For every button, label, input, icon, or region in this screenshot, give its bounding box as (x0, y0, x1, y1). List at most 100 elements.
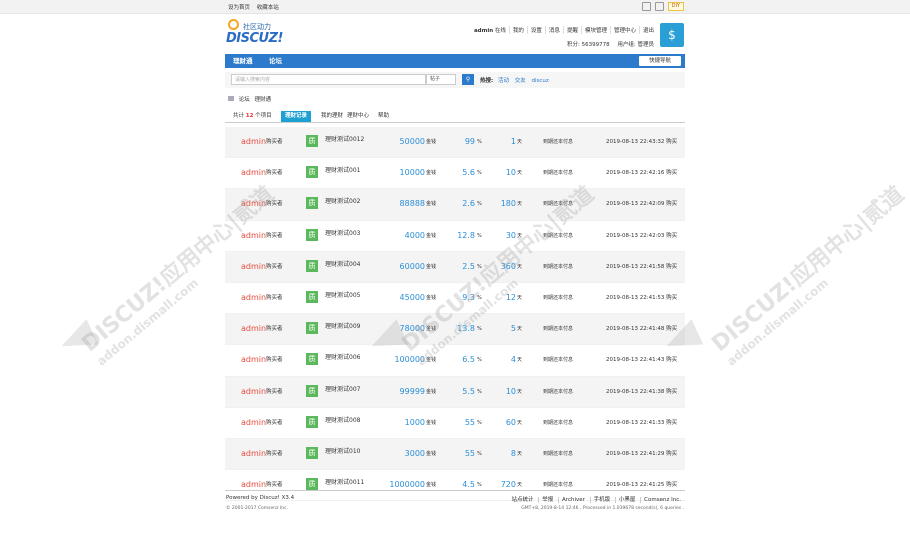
purchase-time: 2019-08-13 22:41:53 购买 (606, 294, 678, 301)
product-name[interactable]: 理财测试004 (325, 250, 360, 280)
purchase-time: 2019-08-13 22:42:03 购买 (606, 232, 678, 239)
amount-unit: 金钱 (426, 139, 437, 145)
product-name[interactable]: 理财测试002 (325, 187, 360, 217)
days-unit: 天 (517, 232, 523, 239)
days-unit: 天 (517, 450, 523, 457)
days-value: 8 (510, 448, 516, 458)
amount-unit: 金钱 (426, 388, 437, 395)
buyer-name[interactable]: admin (241, 127, 266, 157)
tab-records[interactable]: 理财记录 (281, 111, 312, 122)
buyer-role: 购买者 (266, 170, 283, 177)
product-name[interactable]: 理财测试0012 (325, 125, 364, 155)
product-name[interactable]: 理财测试008 (325, 406, 360, 436)
footer-link[interactable]: 手机版 (589, 497, 614, 503)
buyer-name[interactable]: admin (241, 158, 266, 188)
amount-unit: 金钱 (426, 170, 437, 177)
quality-badge: 质 (306, 259, 318, 272)
days-unit: 天 (517, 326, 523, 333)
hot-search: 热搜: 活动 交友 discuz (480, 76, 553, 84)
user-group[interactable]: 用户组: 管理员 (614, 42, 657, 48)
table-row: admin 购买者 质理财测试001 10000 金钱 5.6% 10 天 到期还本付息 2019… (225, 156, 685, 190)
buyer-role: 购买者 (266, 357, 283, 364)
days-unit: 天 (517, 294, 523, 301)
breadcrumb-licaitong[interactable]: 理财通 (255, 97, 272, 103)
repay-status: 到期还本付息 (543, 201, 574, 208)
amount-unit: 金钱 (426, 357, 437, 364)
menu-logout[interactable]: 退出 (638, 26, 657, 34)
buyer-name[interactable]: admin (241, 408, 266, 438)
home-icon[interactable] (228, 96, 234, 101)
product-name[interactable]: 理财测试006 (325, 343, 360, 373)
hot-item[interactable]: 活动 (498, 78, 509, 84)
tab-finance-center[interactable]: 理财中心 (343, 111, 373, 122)
quick-nav-button[interactable]: 快捷导航 (638, 56, 681, 66)
product-name[interactable]: 理财测试009 (325, 312, 360, 342)
footer-link[interactable]: Comsenz Inc. (640, 497, 684, 503)
repay-status: 到期还本付息 (543, 263, 574, 270)
rate-unit: % (477, 450, 482, 457)
product-name[interactable]: 理财测试0011 (325, 468, 364, 498)
buyer-name[interactable]: admin (241, 439, 266, 469)
footer-link[interactable]: 小黑屋 (614, 497, 639, 503)
purchase-time: 2019-08-13 22:41:29 购买 (606, 450, 678, 457)
menu-messages[interactable]: 消息 (544, 26, 563, 34)
buyer-name[interactable]: admin (241, 252, 266, 282)
style-icon[interactable] (654, 2, 664, 11)
product-name[interactable]: 理财测试007 (325, 375, 360, 405)
search-icon[interactable]: ⚲ (462, 74, 474, 85)
rate-value: 9.3 (462, 292, 475, 302)
fullscreen-icon[interactable] (641, 2, 651, 11)
menu-reminders[interactable]: 提醒 (562, 26, 581, 34)
search-bar: 请输入搜索内容 帖子 ⚲ 热搜: 活动 交友 discuz (225, 72, 685, 88)
diy-button[interactable]: DIY (667, 2, 684, 11)
hot-item[interactable]: discuz (531, 78, 548, 84)
product-name[interactable]: 理财测试005 (325, 281, 360, 311)
site-logo[interactable]: 社区动力 DISCUZ! (226, 19, 296, 49)
search-type-select[interactable]: 帖子 (426, 74, 456, 85)
footer-link[interactable]: 举报 (538, 497, 557, 503)
rate-value: 99 (464, 137, 475, 146)
purchase-time: 2019-08-13 22:41:33 购买 (606, 419, 678, 426)
top-bar (0, 0, 910, 14)
buyer-name[interactable]: admin (241, 221, 266, 251)
nav-item-forum[interactable]: 论坛 (269, 54, 282, 68)
buyer-name[interactable]: admin (241, 377, 266, 407)
set-home-link[interactable]: 设为首页 (228, 5, 250, 11)
product-name[interactable]: 理财测试003 (325, 219, 360, 249)
buyer-name[interactable]: admin (241, 189, 266, 219)
quality-badge: 质 (306, 322, 318, 335)
days-value: 1 (510, 137, 516, 146)
product-name[interactable]: 理财测试001 (325, 156, 360, 186)
hot-item[interactable]: 交友 (515, 78, 526, 84)
top-links: 设为首页 收藏本站 (228, 3, 284, 11)
tab-help[interactable]: 帮助 (374, 111, 393, 122)
footer-links: 站点统计 举报 Archiver 手机版 小黑屋 Comsenz Inc. (509, 495, 684, 503)
nav-item-licaitong[interactable]: 理财通 (233, 54, 253, 68)
footer-link[interactable]: 站点统计 (509, 497, 537, 503)
product-name[interactable]: 理财测试010 (325, 437, 360, 467)
rate-unit: % (477, 294, 482, 301)
buyer-name[interactable]: admin (241, 283, 266, 313)
search-input[interactable]: 请输入搜索内容 (231, 74, 426, 85)
menu-module-manage[interactable]: 模块管理 (580, 26, 610, 34)
menu-settings[interactable]: 设置 (526, 26, 545, 34)
copyright: © 2001-2017 Comsenz Inc. (226, 506, 289, 511)
user-name[interactable]: admin 在线 (471, 26, 509, 34)
rate-value: 2.6 (462, 199, 475, 209)
bookmark-link[interactable]: 收藏本站 (257, 5, 279, 11)
powered-by: Powered by Discuz! X3.4 (226, 495, 295, 501)
repay-status: 到期还本付息 (543, 294, 574, 301)
menu-my[interactable]: 我的 (508, 26, 527, 34)
buyer-name[interactable]: admin (241, 314, 266, 344)
avatar[interactable]: $ (660, 23, 684, 47)
days-value: 10 (505, 168, 516, 178)
breadcrumb-forum[interactable]: 论坛 (239, 97, 250, 103)
amount-unit: 金钱 (426, 201, 437, 208)
menu-admin-center[interactable]: 管理中心 (609, 26, 639, 34)
repay-status: 到期还本付息 (543, 450, 574, 457)
buyer-name[interactable]: admin (241, 345, 266, 375)
user-points[interactable]: 积分: 56399778 (564, 42, 613, 48)
rate-unit: % (477, 357, 482, 364)
rate-unit: % (477, 326, 482, 333)
footer-link[interactable]: Archiver (558, 497, 588, 503)
